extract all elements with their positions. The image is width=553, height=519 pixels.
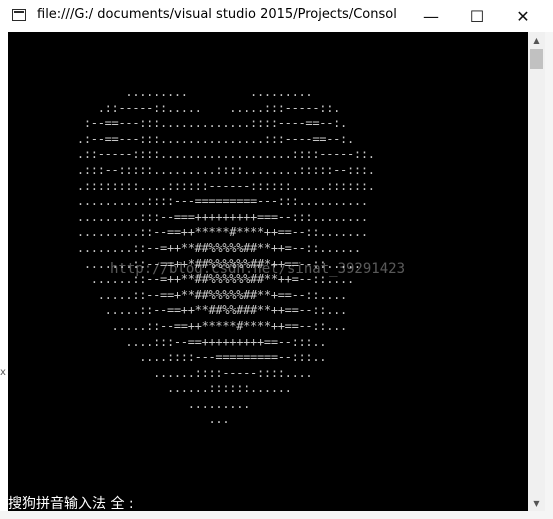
art-line: .........:::--===+++++++++===--:::......… bbox=[70, 209, 368, 224]
console-app-icon[interactable] bbox=[12, 9, 26, 21]
maximize-button[interactable]: ☐ bbox=[454, 0, 500, 32]
art-line: .....::--==+**##%%%%%##**+==--::.... bbox=[70, 287, 348, 302]
art-line: ..........::::---=========---:::........… bbox=[70, 194, 368, 209]
art-line: ......... bbox=[70, 396, 251, 411]
art-line: .::-----::..... .....:::-----::. bbox=[70, 100, 341, 115]
console-output[interactable]: ......... ......... .::-----::..... ....… bbox=[8, 32, 528, 511]
art-line: ......::::::...... bbox=[70, 381, 292, 396]
art-line: .........::--==++*****#****++==--::.....… bbox=[70, 225, 368, 240]
art-line: ....::::---=========--:::.. bbox=[70, 350, 327, 365]
art-line: .::::::::....::::::------::::::.....::::… bbox=[70, 178, 375, 193]
art-line: .....::--==++**##%%###**++==--::... bbox=[70, 303, 348, 318]
art-line: ... bbox=[70, 412, 230, 427]
scrollbar-thumb[interactable] bbox=[530, 49, 543, 69]
window-title: file:///G:/ documents/visual studio 2015… bbox=[37, 7, 397, 22]
window-frame-right bbox=[545, 32, 553, 519]
art-line: ......... ......... bbox=[70, 85, 313, 99]
art-line: ........::--=++**##%%%%%##**++=--::.....… bbox=[70, 240, 361, 255]
art-line: .:--==---:::...............:::----==--:. bbox=[70, 131, 354, 146]
ime-status-bar: 搜狗拼音输入法 全 : bbox=[8, 496, 134, 511]
vertical-scrollbar[interactable]: ▲ ▼ bbox=[528, 32, 545, 511]
art-line: .....::--==++*****#****++==--::... bbox=[70, 318, 348, 333]
art-line: .::-----::::...................::::-----… bbox=[70, 147, 375, 162]
heart-ascii-art: ......... ......... .::-----::..... ....… bbox=[70, 85, 375, 428]
scroll-up-icon[interactable]: ▲ bbox=[528, 32, 545, 48]
close-button[interactable]: ✕ bbox=[500, 0, 546, 32]
title-bar[interactable]: file:///G:/ documents/visual studio 2015… bbox=[0, 0, 553, 32]
art-line: ....:::--==+++++++++==--:::.. bbox=[70, 334, 327, 349]
minimize-button[interactable]: — bbox=[408, 0, 454, 32]
minimize-icon: — bbox=[423, 6, 439, 26]
art-line: .:::--:::::.........::::........:::::--:… bbox=[70, 162, 375, 177]
watermark-url: http://blog.csdn.net/sinat_39291423 bbox=[110, 261, 406, 277]
window-frame-bottom bbox=[0, 511, 553, 519]
edge-fragment: x bbox=[0, 367, 6, 378]
scroll-down-icon[interactable]: ▼ bbox=[528, 495, 545, 511]
maximize-icon: ☐ bbox=[469, 6, 485, 26]
art-line: ......::::-----::::.... bbox=[70, 365, 313, 380]
close-icon: ✕ bbox=[516, 6, 530, 26]
console-window: file:///G:/ documents/visual studio 2015… bbox=[0, 0, 553, 519]
art-line: :--==---:::.............::::----==--:. bbox=[70, 116, 347, 131]
